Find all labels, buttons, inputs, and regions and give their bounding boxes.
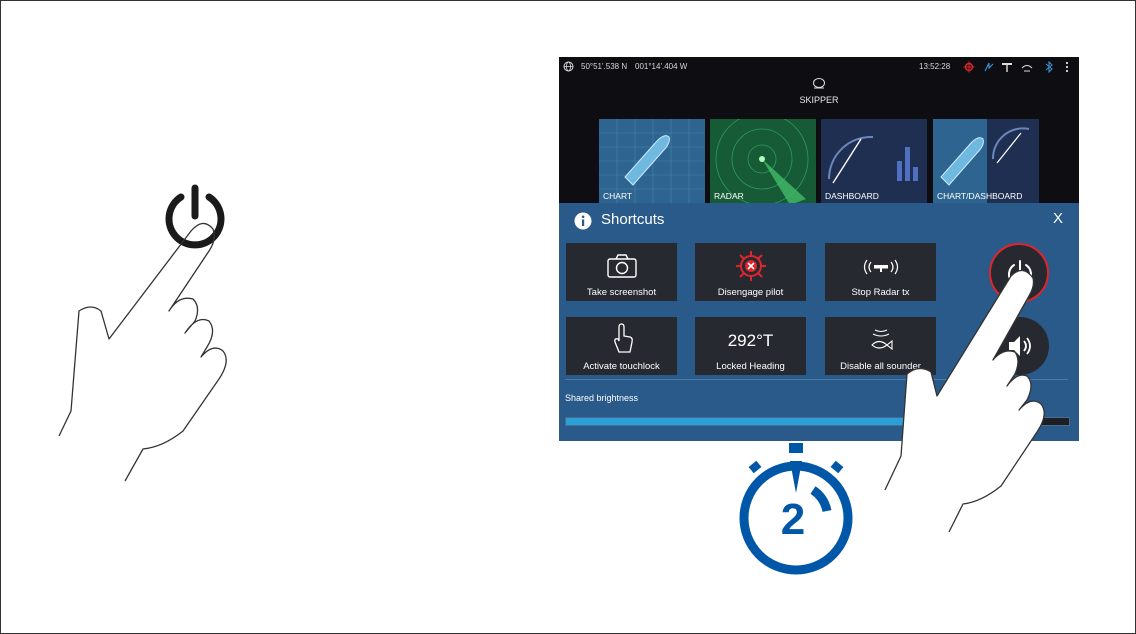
illustration-frame: 50°51'.538 N 001°14'.404 W 13:52:28 SKIP… xyxy=(0,0,1136,634)
hand-press-icon xyxy=(884,269,1045,533)
panel-title: Shortcuts xyxy=(601,211,665,228)
locked-heading-button[interactable]: 292°T Locked Heading xyxy=(695,317,806,375)
autopilot-alert-icon[interactable] xyxy=(963,61,975,73)
tile-dashboard-label: DASHBOARD xyxy=(825,191,879,201)
take-screenshot-button[interactable]: Take screenshot xyxy=(566,243,677,301)
latitude-readout: 50°51'.538 N xyxy=(581,62,628,71)
activate-touchlock-label: Activate touchlock xyxy=(583,361,660,372)
locked-heading-label: Locked Heading xyxy=(716,361,785,372)
activate-touchlock-button[interactable]: Activate touchlock xyxy=(566,317,677,375)
status-bar: 50°51'.538 N 001°14'.404 W 13:52:28 xyxy=(559,57,1079,77)
brightness-fill xyxy=(566,418,909,425)
tile-chart-dashboard[interactable]: CHART/DASHBOARD xyxy=(933,119,1039,205)
take-screenshot-label: Take screenshot xyxy=(586,287,657,298)
info-icon xyxy=(574,212,592,230)
timer-seconds: 2 xyxy=(780,495,806,544)
tile-chart-dashboard-label: CHART/DASHBOARD xyxy=(937,191,1023,201)
radar-status-icon[interactable] xyxy=(1001,61,1013,73)
close-button[interactable]: X xyxy=(1053,210,1063,227)
brightness-label: Shared brightness xyxy=(565,393,639,403)
clock: 13:52:28 xyxy=(919,62,951,71)
hand-tap-icon xyxy=(58,222,227,482)
touch-hand-icon xyxy=(614,323,633,353)
bluetooth-icon[interactable] xyxy=(1043,61,1055,73)
disengage-pilot-icon xyxy=(736,251,766,281)
more-menu-icon[interactable] xyxy=(1063,61,1071,73)
tile-chart-label: CHART xyxy=(603,191,633,201)
locked-heading-value: 292°T xyxy=(727,331,774,350)
profile-name[interactable]: SKIPPER xyxy=(795,95,843,105)
sonar-status-icon[interactable] xyxy=(1021,61,1033,73)
profile-helm-icon[interactable] xyxy=(810,77,828,91)
disengage-pilot-button[interactable]: Disengage pilot xyxy=(695,243,806,301)
tile-chart[interactable]: CHART xyxy=(599,119,705,205)
tile-radar-label: RADAR xyxy=(714,191,744,201)
camera-icon xyxy=(607,254,637,278)
tile-radar[interactable]: RADAR xyxy=(710,119,816,205)
longitude-readout: 001°14'.404 W xyxy=(635,62,688,71)
globe-icon[interactable] xyxy=(563,61,574,72)
disengage-pilot-label: Disengage pilot xyxy=(717,287,784,298)
tile-dashboard[interactable]: DASHBOARD xyxy=(821,119,927,205)
gps-signal-icon[interactable] xyxy=(983,61,995,73)
